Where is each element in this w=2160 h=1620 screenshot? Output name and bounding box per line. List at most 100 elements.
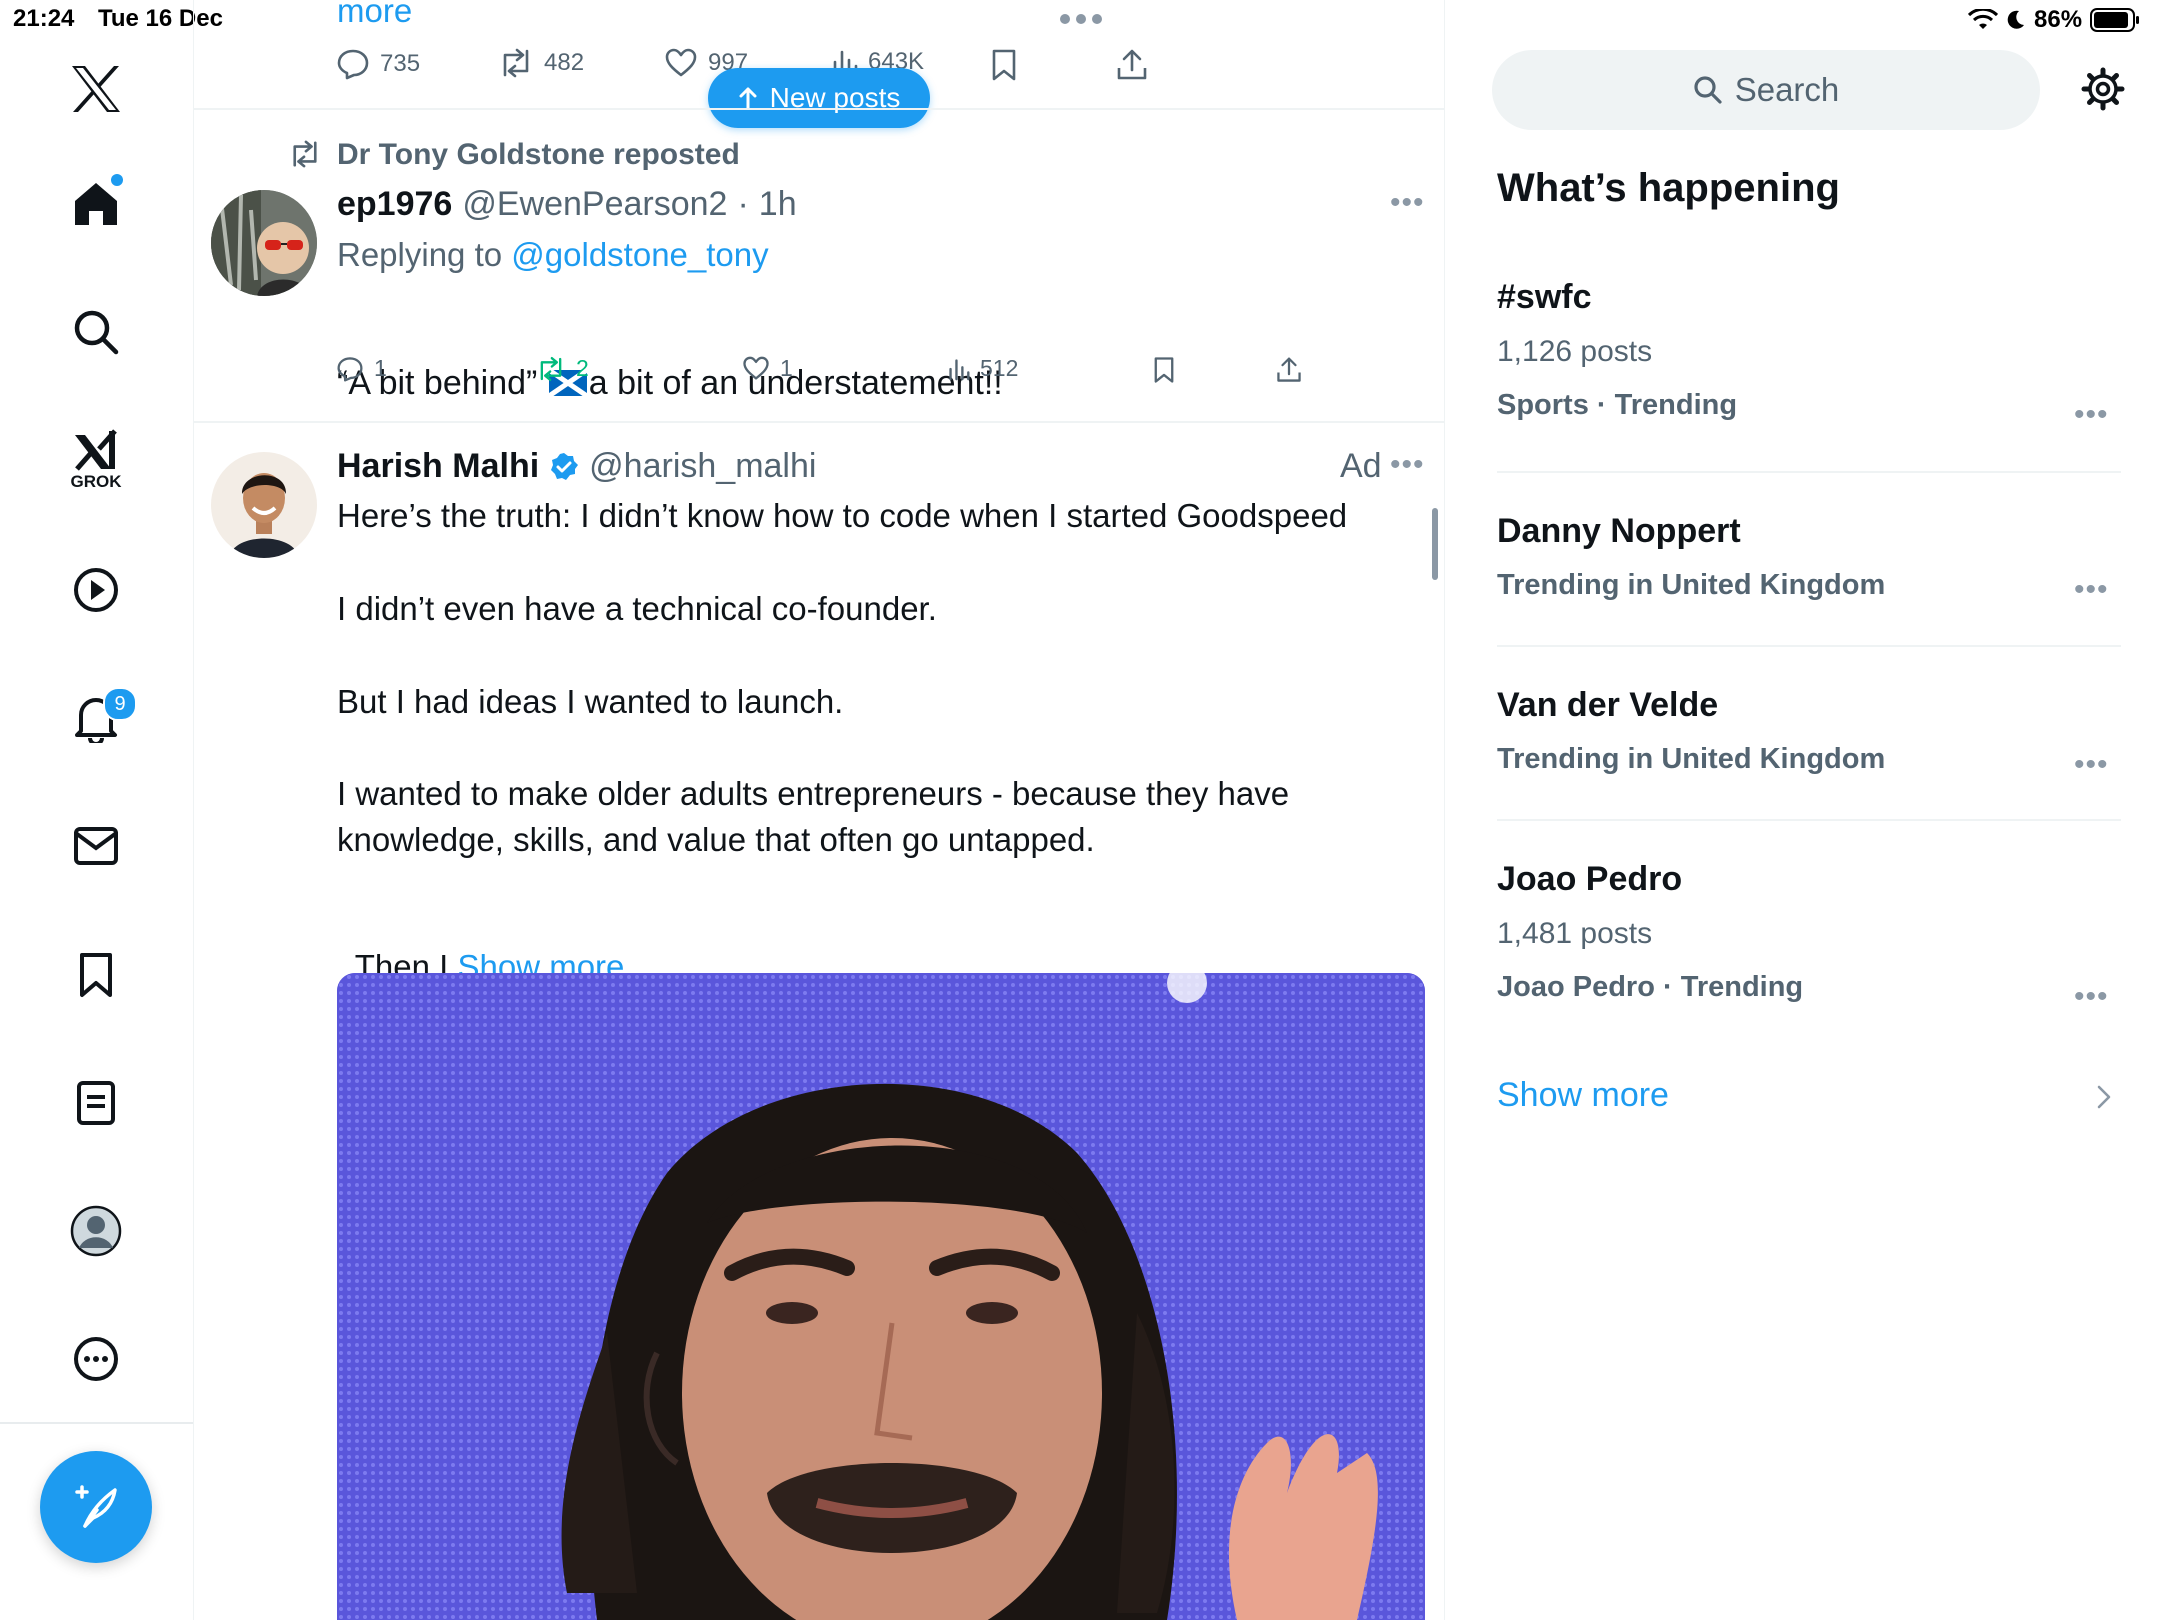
reply-text-end: a bit of an understatement!!: [588, 363, 1003, 402]
repost-icon: [503, 48, 529, 78]
ad-tweet-header: Harish Malhi @harish_malhi: [337, 447, 816, 486]
reply-tweet-header: ep1976 @EwenPearson2 · 1h: [337, 185, 797, 224]
ad-video-media[interactable]: [337, 973, 1425, 1620]
trend-divider: [1497, 819, 2121, 821]
trend-category: Trending in United Kingdom: [1497, 569, 1886, 601]
ad-label: Ad: [1340, 447, 1382, 485]
trend-more-icon[interactable]: •••: [2074, 980, 2109, 1014]
ad-author-handle[interactable]: @harish_malhi: [589, 447, 816, 486]
separator-dot: ·: [737, 185, 749, 223]
status-indicators: 86%: [1968, 6, 2140, 34]
share-icon[interactable]: [1276, 356, 1302, 384]
feed-scrollbar[interactable]: [1432, 508, 1438, 580]
trend-post-count: 1,481 posts: [1497, 917, 1653, 950]
video-play-icon[interactable]: [53, 547, 139, 633]
trend-item[interactable]: Danny Noppert Trending in United Kingdom: [1497, 512, 2117, 602]
ad-author-display-name[interactable]: Harish Malhi: [337, 447, 539, 486]
trend-title: Danny Noppert: [1497, 512, 1741, 550]
settings-gear-icon[interactable]: [2080, 66, 2126, 112]
prev-reply-action[interactable]: 735: [336, 48, 420, 80]
reply-icon: [337, 356, 363, 382]
trend-item[interactable]: #swfc 1,126 posts Sports · Trending: [1497, 278, 2117, 422]
replying-to-handle[interactable]: @goldstone_tony: [511, 236, 768, 273]
chevron-right-icon[interactable]: [2096, 1084, 2112, 1110]
repost-action-active[interactable]: 2: [536, 355, 589, 382]
nav-divider: [0, 1422, 193, 1424]
views-count: 512: [980, 355, 1019, 381]
tweet-divider: [194, 108, 1444, 110]
ad-paragraph-3: But I had ideas I wanted to launch.: [337, 683, 844, 720]
trend-more-icon[interactable]: •••: [2074, 573, 2109, 607]
search-placeholder: Search: [1734, 71, 1840, 108]
trend-more-icon[interactable]: •••: [2074, 398, 2109, 432]
reply-tweet-more-icon[interactable]: •••: [1390, 186, 1425, 220]
prev-reply-count: 735: [380, 50, 421, 77]
repost-context-text[interactable]: Dr Tony Goldstone reposted: [337, 138, 740, 172]
home-unread-dot: [111, 174, 123, 186]
reply-action[interactable]: 1: [336, 355, 387, 382]
whats-happening-heading: What’s happening: [1497, 166, 1840, 210]
ad-tweet-more-icon[interactable]: •••: [1390, 448, 1425, 482]
like-icon: [665, 48, 697, 77]
trend-post-count: 1,126 posts: [1497, 335, 1653, 368]
trend-title: Van der Velde: [1497, 686, 1719, 724]
x-logo-icon[interactable]: [53, 46, 139, 132]
prev-bookmark-icon[interactable]: [990, 48, 1018, 82]
trend-more-icon[interactable]: •••: [2074, 748, 2109, 782]
author-display-name[interactable]: ep1976: [337, 185, 452, 224]
messages-envelope-icon[interactable]: [53, 803, 139, 889]
prev-repost-action[interactable]: 482: [498, 48, 584, 78]
prev-repost-count: 482: [544, 49, 585, 76]
new-posts-button[interactable]: New posts: [708, 68, 930, 128]
reply-count: 1: [374, 355, 387, 381]
views-icon: [949, 358, 970, 380]
views-action[interactable]: 512: [948, 355, 1018, 382]
bookmark-icon[interactable]: [1152, 356, 1176, 384]
battery-icon: [2090, 8, 2140, 32]
search-icon[interactable]: [53, 289, 139, 375]
tweet-time[interactable]: 1h: [759, 185, 797, 224]
trend-divider: [1497, 471, 2121, 473]
tweet-divider: [194, 421, 1444, 423]
trend-title: #swfc: [1497, 278, 1592, 316]
prev-share-icon[interactable]: [1116, 48, 1148, 82]
compose-post-button[interactable]: [40, 1451, 152, 1563]
home-icon[interactable]: [53, 160, 139, 246]
grok-label: GROK: [70, 472, 122, 491]
harish-malhi-avatar[interactable]: [211, 452, 317, 558]
prev-tweet-show-more[interactable]: more: [337, 0, 412, 30]
bookmarks-icon[interactable]: [53, 932, 139, 1018]
wifi-icon: [1968, 9, 1998, 31]
repost-icon: [540, 356, 562, 381]
ad-paragraph-4: I wanted to make older adults entreprene…: [337, 775, 1290, 858]
trend-category: Sports · Trending: [1497, 389, 1738, 421]
like-count: 1: [780, 355, 793, 381]
search-icon: [1694, 76, 1722, 104]
more-options-icon[interactable]: [53, 1316, 139, 1402]
battery-percent: 86%: [2034, 6, 2083, 33]
multitask-dots[interactable]: [1060, 14, 1102, 24]
author-handle[interactable]: @EwenPearson2: [462, 185, 727, 224]
trend-category: Joao Pedro · Trending: [1497, 971, 1804, 1003]
ad-paragraph-1: Here’s the truth: I didn’t know how to c…: [337, 497, 1348, 534]
notifications-bell-icon[interactable]: 9: [53, 675, 139, 761]
trend-divider: [1497, 645, 2121, 647]
like-action[interactable]: 1: [742, 355, 793, 382]
trend-item[interactable]: Van der Velde Trending in United Kingdom: [1497, 686, 2117, 776]
reply-icon: [337, 49, 369, 80]
notifications-badge: 9: [103, 687, 137, 721]
compose-feather-icon: [71, 1482, 121, 1532]
grok-icon[interactable]: GROK: [53, 417, 139, 503]
replying-to-line: Replying to @goldstone_tony: [337, 236, 769, 274]
ep1976-avatar[interactable]: [211, 190, 317, 296]
like-icon: [743, 356, 769, 380]
trends-show-more-link[interactable]: Show more: [1497, 1076, 1669, 1115]
trend-item[interactable]: Joao Pedro 1,481 posts Joao Pedro · Tren…: [1497, 860, 2117, 1004]
profile-avatar-icon[interactable]: [53, 1188, 139, 1274]
ad-paragraph-2: I didn’t even have a technical co-founde…: [337, 590, 937, 627]
search-input[interactable]: Search: [1492, 50, 2040, 130]
replying-to-label: Replying to: [337, 236, 503, 273]
trend-title: Joao Pedro: [1497, 860, 1683, 898]
verified-badge-icon: [549, 452, 579, 482]
lists-icon[interactable]: [53, 1060, 139, 1146]
